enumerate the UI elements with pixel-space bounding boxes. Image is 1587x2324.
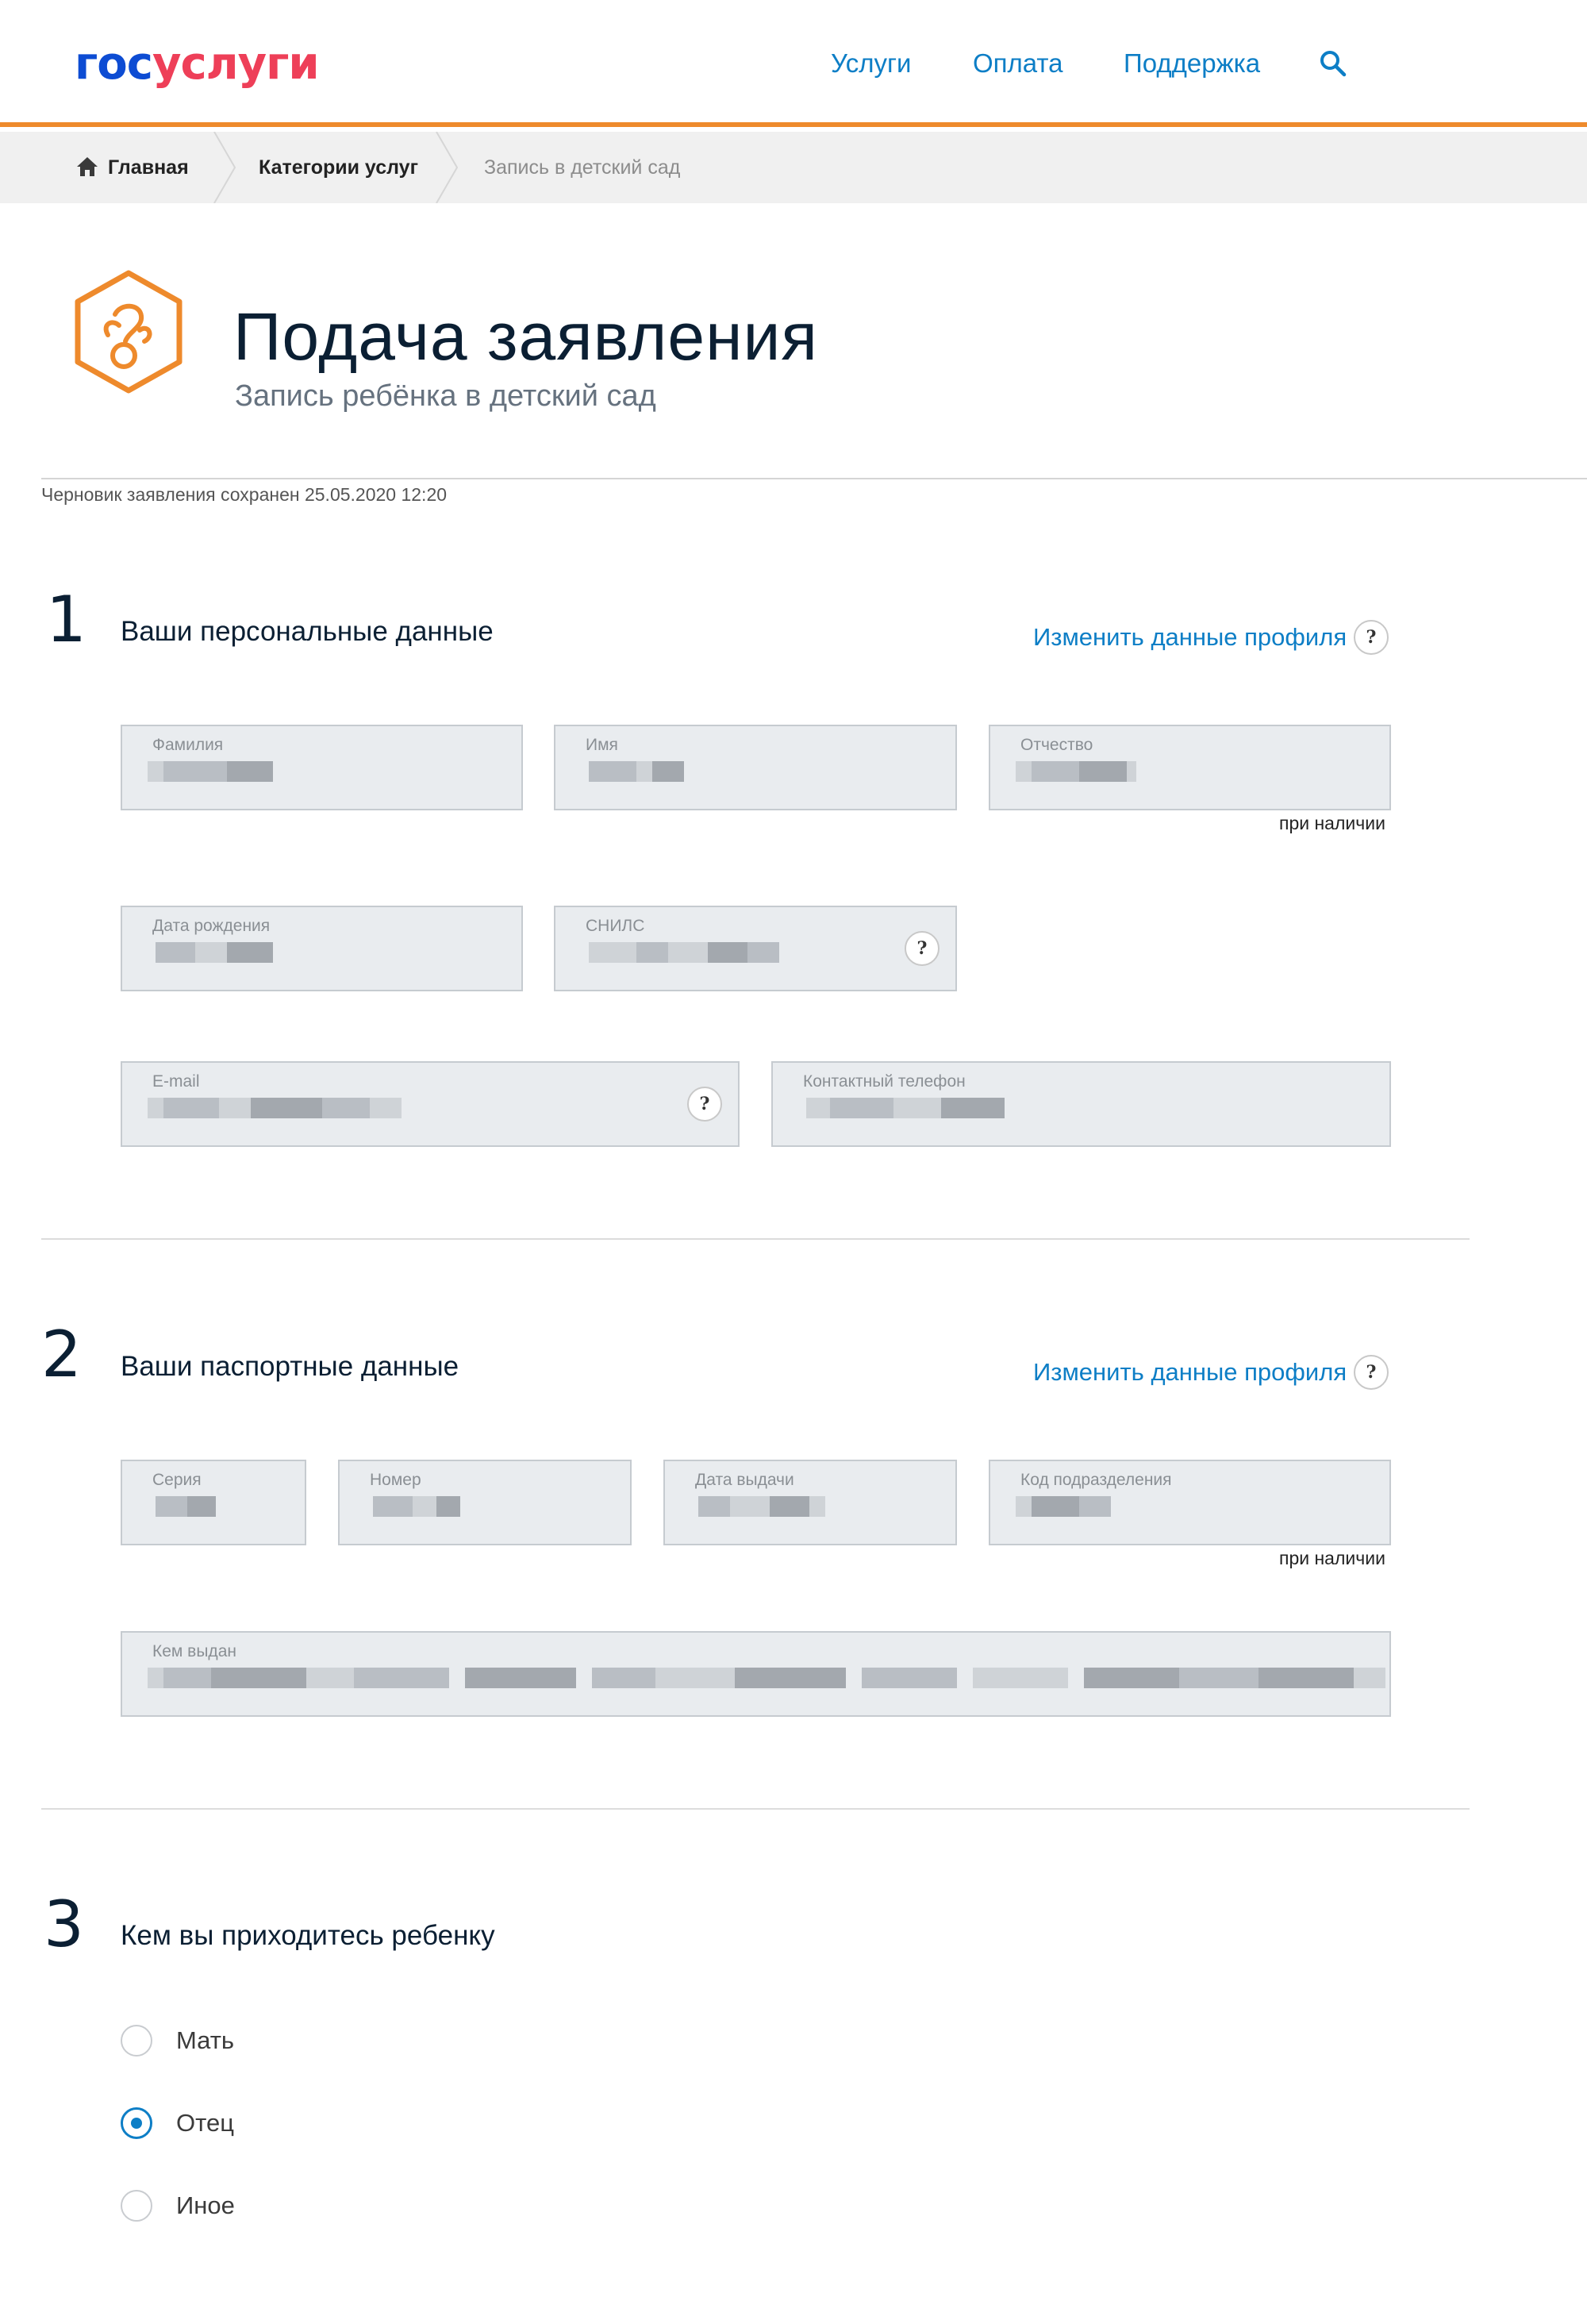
breadcrumb-current: Запись в детский сад <box>484 156 681 179</box>
step-number-3: 3 <box>44 1887 84 1961</box>
radio-label: Иное <box>176 2191 235 2219</box>
email-help-icon[interactable]: ? <box>687 1087 722 1122</box>
field-label: Фамилия <box>152 736 224 754</box>
snils-field[interactable]: СНИЛС ? <box>554 906 957 991</box>
if-any-note: при наличии <box>1279 1548 1385 1568</box>
section-divider <box>41 1808 1470 1810</box>
section-title-personal: Ваши персональные данные <box>121 616 494 647</box>
issue-date-field[interactable]: Дата выдачи <box>663 1460 957 1545</box>
radio-circle[interactable] <box>121 2025 152 2057</box>
email-field[interactable]: E-mail ? <box>121 1061 740 1147</box>
field-label: Кем выдан <box>152 1642 236 1660</box>
passport-number-field[interactable]: Номер <box>338 1460 632 1545</box>
draft-status: Черновик заявления сохранен 25.05.2020 1… <box>41 484 448 505</box>
radio-father[interactable]: Отец <box>121 2104 359 2144</box>
step-number-2: 2 <box>41 1318 82 1391</box>
section-title-passport: Ваши паспортные данные <box>121 1351 459 1382</box>
edit-profile-link[interactable]: Изменить данные профиля <box>1033 620 1347 655</box>
field-label: Дата выдачи <box>695 1471 794 1489</box>
field-label: Отчество <box>1020 736 1093 754</box>
radio-label: Мать <box>176 2026 235 2054</box>
breadcrumb-home[interactable]: Главная <box>108 132 189 203</box>
section-divider <box>41 1238 1470 1240</box>
nav-payment[interactable]: Оплата <box>973 44 1063 83</box>
page-title: Подача заявления <box>233 299 818 374</box>
radio-label: Отец <box>176 2109 234 2137</box>
field-label: Серия <box>152 1471 202 1489</box>
help-icon[interactable]: ? <box>1354 620 1389 655</box>
radio-circle[interactable] <box>121 2190 152 2222</box>
section-title-relation: Кем вы приходитесь ребенку <box>121 1920 495 1951</box>
birth-date-field[interactable]: Дата рождения <box>121 906 523 991</box>
breadcrumb-separator-icon <box>436 132 459 203</box>
gosuslugi-logo[interactable]: госуслуги <box>75 37 320 92</box>
phone-field[interactable]: Контактный телефон <box>771 1061 1391 1147</box>
page-subtitle: Запись ребёнка в детский сад <box>235 379 656 413</box>
passport-series-field[interactable]: Серия <box>121 1460 306 1545</box>
pacifier-icon <box>75 270 183 394</box>
field-label: Дата рождения <box>152 917 271 935</box>
radio-mother[interactable]: Мать <box>121 2022 359 2061</box>
if-any-note: при наличии <box>1279 813 1385 833</box>
search-icon[interactable] <box>1319 49 1347 78</box>
field-label: Имя <box>586 736 618 754</box>
site-header: госуслуги Услуги Оплата Поддержка <box>0 0 1587 127</box>
field-label: Код подразделения <box>1020 1471 1172 1489</box>
breadcrumb: Главная Категории услуг Запись в детский… <box>0 132 1587 203</box>
nav-services[interactable]: Услуги <box>831 44 911 83</box>
field-label: Номер <box>370 1471 421 1489</box>
name-field[interactable]: Имя <box>554 725 957 810</box>
issued-by-field[interactable]: Кем выдан <box>121 1631 1391 1717</box>
breadcrumb-categories[interactable]: Категории услуг <box>259 132 418 203</box>
step-number-1: 1 <box>46 583 86 656</box>
home-icon[interactable] <box>76 156 98 178</box>
field-label: E-mail <box>152 1072 200 1091</box>
edit-profile-link[interactable]: Изменить данные профиля <box>1033 1355 1347 1390</box>
patronymic-field[interactable]: Отчество <box>989 725 1391 810</box>
nav-support[interactable]: Поддержка <box>1124 44 1260 83</box>
radio-other[interactable]: Иное <box>121 2187 359 2226</box>
radio-circle-checked[interactable] <box>121 2107 152 2139</box>
division-code-field[interactable]: Код подразделения <box>989 1460 1391 1545</box>
help-icon[interactable]: ? <box>1354 1355 1389 1390</box>
field-label: Контактный телефон <box>803 1072 966 1091</box>
surname-field[interactable]: Фамилия <box>121 725 523 810</box>
snils-help-icon[interactable]: ? <box>905 931 940 966</box>
breadcrumb-separator-icon <box>213 132 236 203</box>
field-label: СНИЛС <box>586 917 645 935</box>
title-divider <box>41 478 1587 479</box>
